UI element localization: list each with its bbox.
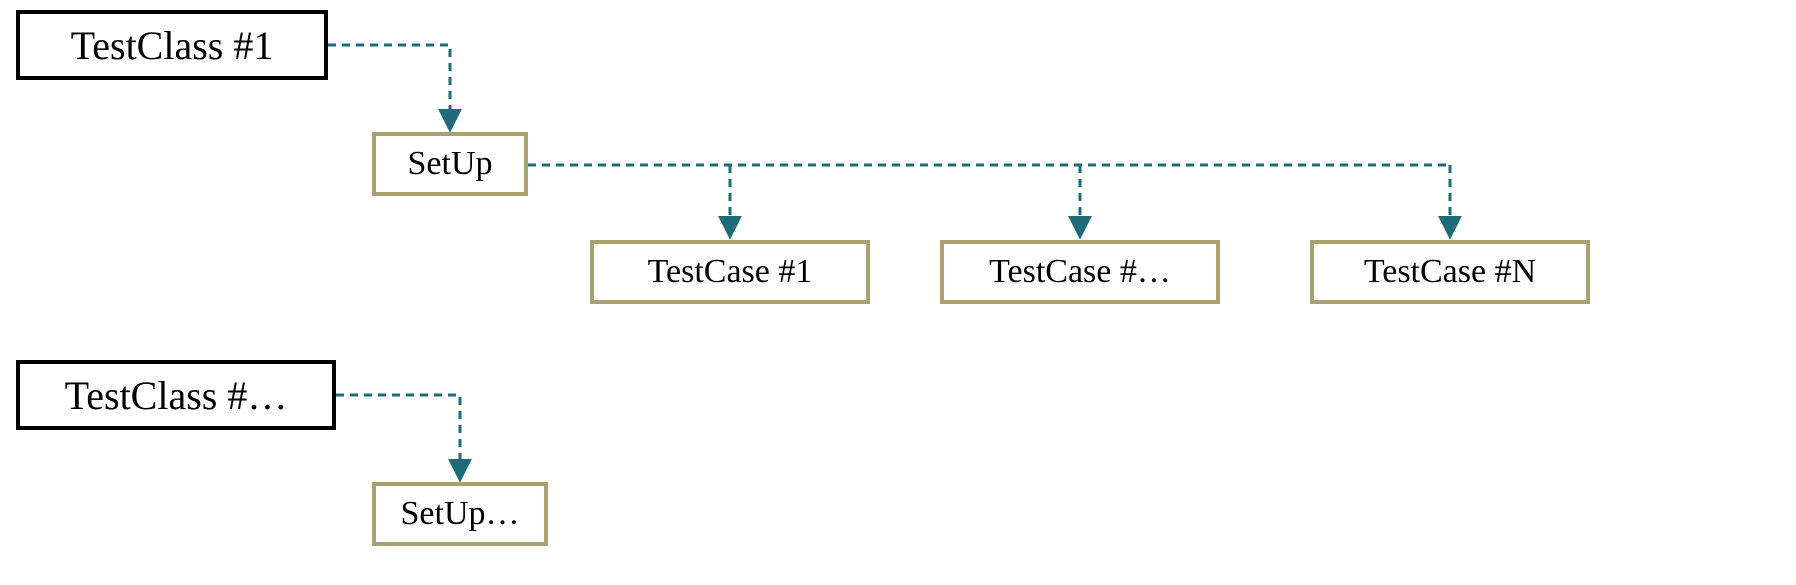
setup-node-1: SetUp	[372, 132, 528, 196]
testcase-label: TestCase #N	[1364, 253, 1536, 291]
testclass-node-1: TestClass #1	[16, 10, 328, 80]
setup-label: SetUp	[408, 145, 493, 183]
testclass-label: TestClass #1	[71, 22, 274, 69]
testcase-label: TestCase #1	[648, 253, 813, 291]
setup-node-2: SetUp…	[372, 482, 548, 546]
testcase-node-1: TestCase #1	[590, 240, 870, 304]
testclass-label: TestClass #…	[65, 372, 288, 419]
testclass-node-2: TestClass #…	[16, 360, 336, 430]
setup-label: SetUp…	[401, 495, 520, 533]
testcase-node-n: TestCase #N	[1310, 240, 1590, 304]
testcase-node-2: TestCase #…	[940, 240, 1220, 304]
testcase-label: TestCase #…	[989, 253, 1171, 291]
